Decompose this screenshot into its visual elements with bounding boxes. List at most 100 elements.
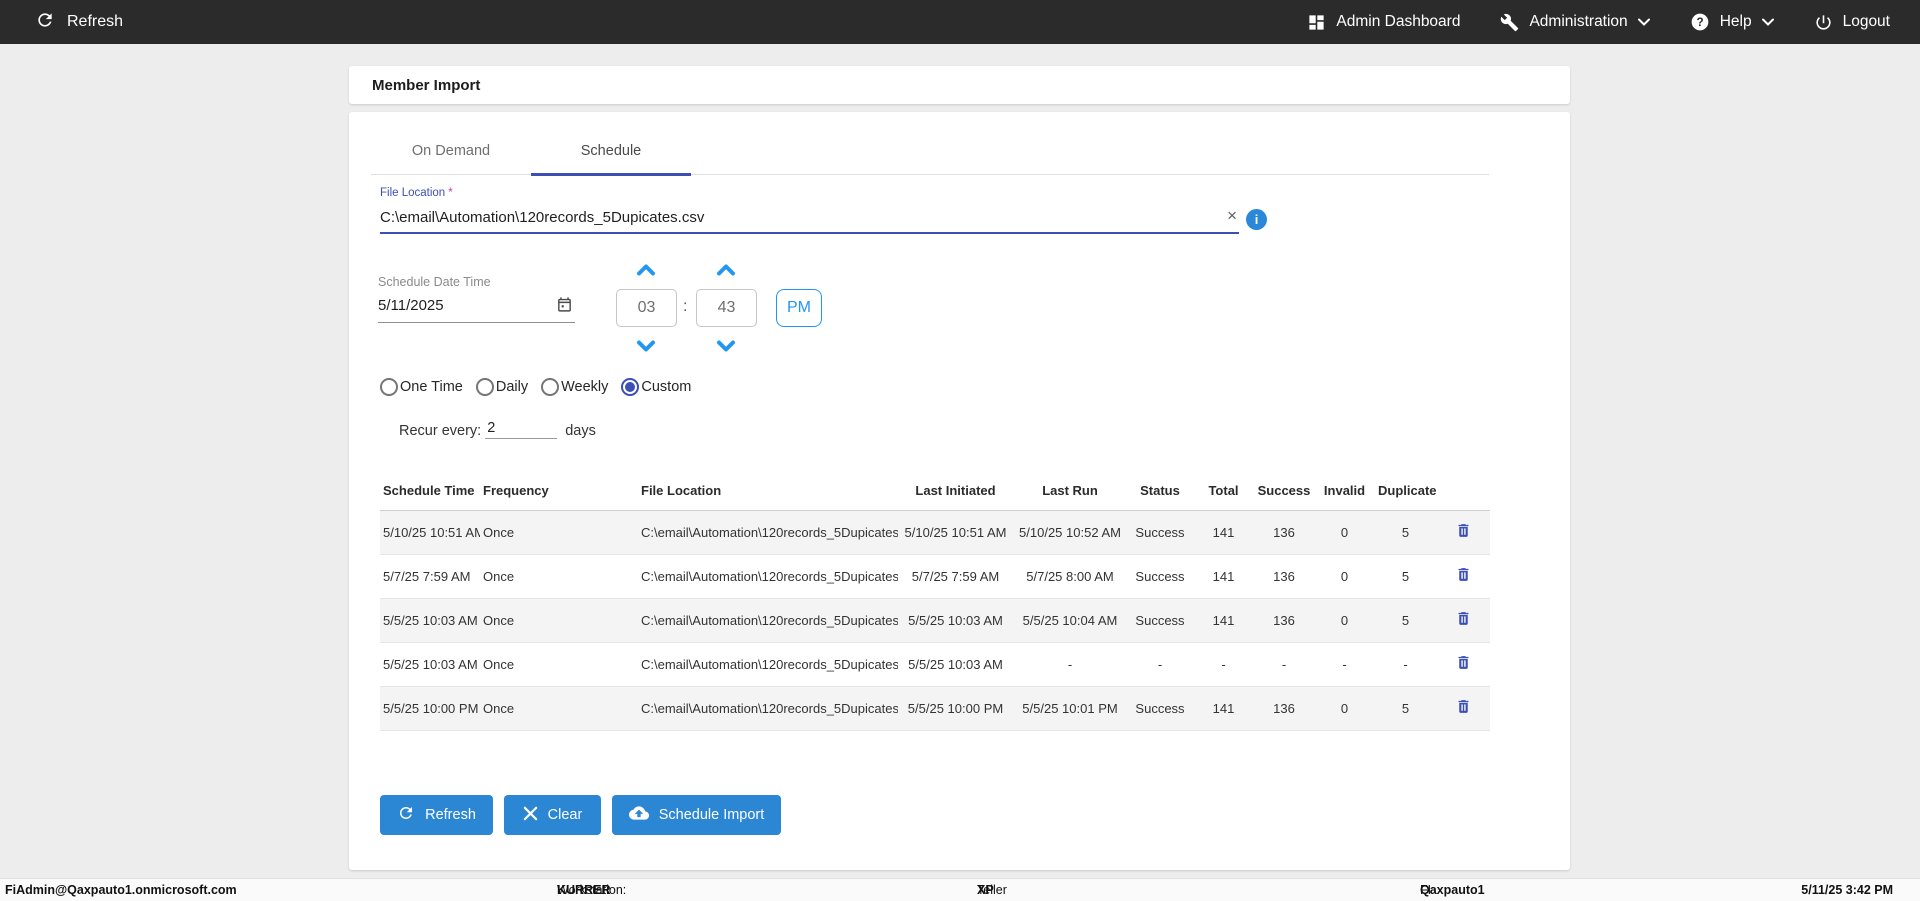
table-row: 5/5/25 10:03 AM Once C:\email\Automation…	[380, 598, 1490, 642]
help-icon: ?	[1690, 12, 1710, 32]
topbar-refresh-button[interactable]: Refresh	[0, 10, 123, 35]
cell-last-initiated: 5/5/25 10:00 PM	[898, 686, 1013, 730]
minute-input[interactable]	[697, 290, 756, 326]
recur-unit-label: days	[565, 423, 596, 439]
col-total: Total	[1193, 472, 1254, 510]
administration-menu[interactable]: Administration	[1500, 13, 1649, 32]
file-location-label: File Location*	[380, 187, 453, 199]
power-icon	[1814, 13, 1833, 32]
col-last-initiated: Last Initiated	[898, 472, 1013, 510]
chevron-down-icon	[1638, 18, 1650, 26]
cell-invalid: 0	[1314, 598, 1375, 642]
cell-schedule-time: 5/5/25 10:03 AM	[380, 598, 480, 642]
cell-action	[1436, 642, 1490, 686]
col-duplicate: Duplicate	[1375, 472, 1436, 510]
radio-circle-icon	[476, 378, 494, 396]
radio-circle-icon	[621, 378, 639, 396]
dashboard-icon	[1307, 13, 1326, 32]
cell-last-run: -	[1013, 642, 1127, 686]
svg-text:?: ?	[1696, 16, 1703, 29]
cell-duplicate: 5	[1375, 554, 1436, 598]
cell-last-run: 5/10/25 10:52 AM	[1013, 510, 1127, 554]
schedule-import-button[interactable]: Schedule Import	[612, 795, 781, 835]
logout-button[interactable]: Logout	[1814, 13, 1890, 32]
cell-last-initiated: 5/5/25 10:03 AM	[898, 598, 1013, 642]
cell-last-run: 5/5/25 10:04 AM	[1013, 598, 1127, 642]
member-import-panel: On Demand Schedule File Location* × i Sc…	[349, 112, 1570, 870]
clear-input-icon[interactable]: ×	[1227, 206, 1237, 226]
hour-up-button[interactable]	[628, 260, 664, 278]
schedule-datetime-label: Schedule Date Time	[378, 275, 491, 289]
cell-status: Success	[1127, 554, 1193, 598]
clear-button[interactable]: Clear	[504, 795, 601, 835]
action-buttons-row: Refresh Clear Schedule Import	[380, 795, 781, 835]
delete-schedule-button[interactable]	[1453, 695, 1474, 721]
col-success: Success	[1254, 472, 1314, 510]
cell-file-location: C:\email\Automation\120records_5Dupicate…	[638, 642, 898, 686]
cell-invalid: -	[1314, 642, 1375, 686]
member-import-header-card: Member Import	[349, 66, 1570, 104]
table-row: 5/5/25 10:03 AM Once C:\email\Automation…	[380, 642, 1490, 686]
schedule-history-table: Schedule Time Frequency File Location La…	[380, 472, 1490, 731]
logout-label: Logout	[1843, 13, 1890, 31]
top-navigation-bar: Refresh Admin Dashboard Administration ?…	[0, 0, 1920, 44]
cell-action	[1436, 554, 1490, 598]
col-file-location: File Location	[638, 472, 898, 510]
cell-success: 136	[1254, 510, 1314, 554]
cell-frequency: Once	[480, 598, 638, 642]
cell-total: 141	[1193, 510, 1254, 554]
frequency-radio-group: One Time Daily Weekly Custom	[380, 378, 691, 396]
calendar-icon[interactable]	[556, 296, 573, 316]
minute-down-button[interactable]	[708, 337, 744, 355]
cell-total: 141	[1193, 598, 1254, 642]
cell-last-initiated: 5/7/25 7:59 AM	[898, 554, 1013, 598]
radio-custom[interactable]: Custom	[621, 378, 691, 396]
col-last-run: Last Run	[1013, 472, 1127, 510]
cell-frequency: Once	[480, 686, 638, 730]
tab-schedule[interactable]: Schedule	[531, 126, 691, 175]
schedule-date-input[interactable]	[378, 293, 548, 317]
cell-action	[1436, 598, 1490, 642]
admin-dashboard-menu[interactable]: Admin Dashboard	[1307, 13, 1460, 32]
delete-schedule-button[interactable]	[1453, 563, 1474, 589]
cell-file-location: C:\email\Automation\120records_5Dupicate…	[638, 554, 898, 598]
recur-every-row: Recur every: days	[399, 420, 596, 439]
cell-last-run: 5/5/25 10:01 PM	[1013, 686, 1127, 730]
schedule-table-body: 5/10/25 10:51 AM Once C:\email\Automatio…	[380, 510, 1490, 730]
cell-action	[1436, 510, 1490, 554]
info-icon[interactable]: i	[1246, 209, 1267, 230]
radio-daily[interactable]: Daily	[476, 378, 528, 396]
minute-up-button[interactable]	[708, 260, 744, 278]
cell-duplicate: 5	[1375, 510, 1436, 554]
delete-schedule-button[interactable]	[1453, 607, 1474, 633]
cloud-upload-icon	[629, 803, 649, 827]
topbar-refresh-label: Refresh	[67, 13, 123, 31]
cell-success: 136	[1254, 554, 1314, 598]
cell-total: 141	[1193, 686, 1254, 730]
cell-action	[1436, 686, 1490, 730]
cell-total: -	[1193, 642, 1254, 686]
table-row: 5/10/25 10:51 AM Once C:\email\Automatio…	[380, 510, 1490, 554]
col-actions	[1436, 472, 1490, 510]
meridiem-toggle-button[interactable]: PM	[776, 289, 822, 327]
tab-on-demand[interactable]: On Demand	[371, 126, 531, 175]
hour-down-button[interactable]	[628, 337, 664, 355]
radio-weekly[interactable]: Weekly	[541, 378, 608, 396]
logged-in-user: FiAdmin@Qaxpauto1.onmicrosoft.com	[5, 879, 237, 901]
refresh-button[interactable]: Refresh	[380, 795, 493, 835]
required-asterisk: *	[448, 187, 452, 199]
hour-input[interactable]	[617, 290, 676, 326]
cell-duplicate: -	[1375, 642, 1436, 686]
file-location-input[interactable]	[380, 204, 1239, 230]
help-menu[interactable]: ? Help	[1690, 12, 1774, 32]
cell-last-initiated: 5/5/25 10:03 AM	[898, 642, 1013, 686]
cell-frequency: Once	[480, 510, 638, 554]
delete-schedule-button[interactable]	[1453, 519, 1474, 545]
cell-duplicate: 5	[1375, 686, 1436, 730]
recur-interval-input[interactable]	[485, 420, 557, 439]
table-row: 5/5/25 10:00 PM Once C:\email\Automation…	[380, 686, 1490, 730]
col-schedule-time: Schedule Time	[380, 472, 480, 510]
cell-status: Success	[1127, 686, 1193, 730]
radio-one-time[interactable]: One Time	[380, 378, 463, 396]
delete-schedule-button[interactable]	[1453, 651, 1474, 677]
